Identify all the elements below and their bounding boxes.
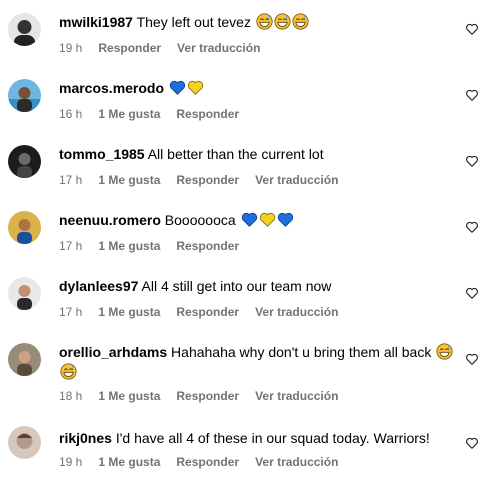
comment-meta: 18 h 1 Me gusta Responder Ver traducción [59,388,354,404]
comment-username[interactable]: neenuu.romero [59,212,161,228]
avatar[interactable] [8,343,41,376]
comment-meta: 16 h 1 Me gusta Responder [59,106,255,122]
heart-outline-icon[interactable] [465,22,479,36]
reply-button[interactable]: Responder [176,173,239,187]
likes-count[interactable]: 1 Me gusta [98,107,160,121]
avatar[interactable] [8,79,41,112]
avatar[interactable] [8,13,41,46]
comment-username[interactable]: tommo_1985 [59,146,145,162]
comment-time: 17 h [59,239,83,253]
reply-button[interactable]: Responder [176,455,239,469]
comment-time: 19 h [59,455,83,469]
grin-sweat-icon [436,343,453,360]
comment-username[interactable]: dylanlees97 [59,278,138,294]
comment-username[interactable]: orellio_arhdams [59,344,167,360]
heart-outline-icon[interactable] [465,154,479,168]
translate-button[interactable]: Ver traducción [255,455,338,469]
heart-outline-icon[interactable] [465,286,479,300]
blue-heart-icon [169,79,186,96]
comment-meta: 19 h 1 Me gusta Responder Ver traducción [59,454,354,470]
comment-username[interactable]: mwilki1987 [59,14,133,30]
likes-count[interactable]: 1 Me gusta [98,239,160,253]
translate-button[interactable]: Ver traducción [255,389,338,403]
comment-text-line: rikj0nes I'd have all 4 of these in our … [59,428,454,448]
avatar[interactable] [8,145,41,178]
comment-text-line: marcos.merodo [59,78,454,98]
heart-outline-icon[interactable] [465,436,479,450]
reply-button[interactable]: Responder [176,239,239,253]
comment-body: Hahahaha why don't u bring them all back [171,344,432,360]
comment-text-line: dylanlees97 All 4 still get into our tea… [59,276,454,296]
comment-time: 17 h [59,173,83,187]
grin-sweat-icon [292,13,309,30]
reply-button[interactable]: Responder [176,389,239,403]
comment-text-line: neenuu.romero Booooooca [59,210,454,230]
likes-count[interactable]: 1 Me gusta [98,389,160,403]
likes-count[interactable]: 1 Me gusta [98,305,160,319]
comment-time: 16 h [59,107,83,121]
comment-username[interactable]: marcos.merodo [59,80,164,96]
grin-sweat-icon [274,13,291,30]
comment-body: They left out tevez [136,14,251,30]
reply-button[interactable]: Responder [98,41,161,55]
translate-button[interactable]: Ver traducción [177,41,260,55]
comment-meta: 17 h 1 Me gusta Responder Ver traducción [59,304,354,320]
blue-heart-icon [277,211,294,228]
avatar[interactable] [8,211,41,244]
likes-count[interactable]: 1 Me gusta [98,455,160,469]
translate-button[interactable]: Ver traducción [255,305,338,319]
heart-outline-icon[interactable] [465,220,479,234]
comment-meta: 17 h 1 Me gusta Responder Ver traducción [59,172,354,188]
yellow-heart-icon [259,211,276,228]
comment-text-line: mwilki1987 They left out tevez [59,12,454,32]
heart-outline-icon[interactable] [465,88,479,102]
comment-time: 19 h [59,41,83,55]
blue-heart-icon [241,211,258,228]
comment-time: 17 h [59,305,83,319]
comment-time: 18 h [59,389,83,403]
reply-button[interactable]: Responder [176,107,239,121]
yellow-heart-icon [187,79,204,96]
translate-button[interactable]: Ver traducción [255,173,338,187]
likes-count[interactable]: 1 Me gusta [98,173,160,187]
grin-sweat-icon [256,13,273,30]
avatar[interactable] [8,426,41,459]
comment-text-line: tommo_1985 All better than the current l… [59,144,454,164]
avatar[interactable] [8,277,41,310]
comment-body: All 4 still get into our team now [141,278,332,294]
reply-button[interactable]: Responder [176,305,239,319]
comment-body: Booooooca [164,212,236,228]
comment-body: I'd have all 4 of these in our squad tod… [115,430,430,446]
comment-body: All better than the current lot [147,146,324,162]
grin-sweat-icon [60,363,77,380]
comment-meta: 17 h 1 Me gusta Responder [59,238,255,254]
comment-username[interactable]: rikj0nes [59,430,112,446]
comment-text-line: orellio_arhdams Hahahaha why don't u bri… [59,342,454,382]
comment-meta: 19 h Responder Ver traducción [59,40,276,56]
heart-outline-icon[interactable] [465,352,479,366]
